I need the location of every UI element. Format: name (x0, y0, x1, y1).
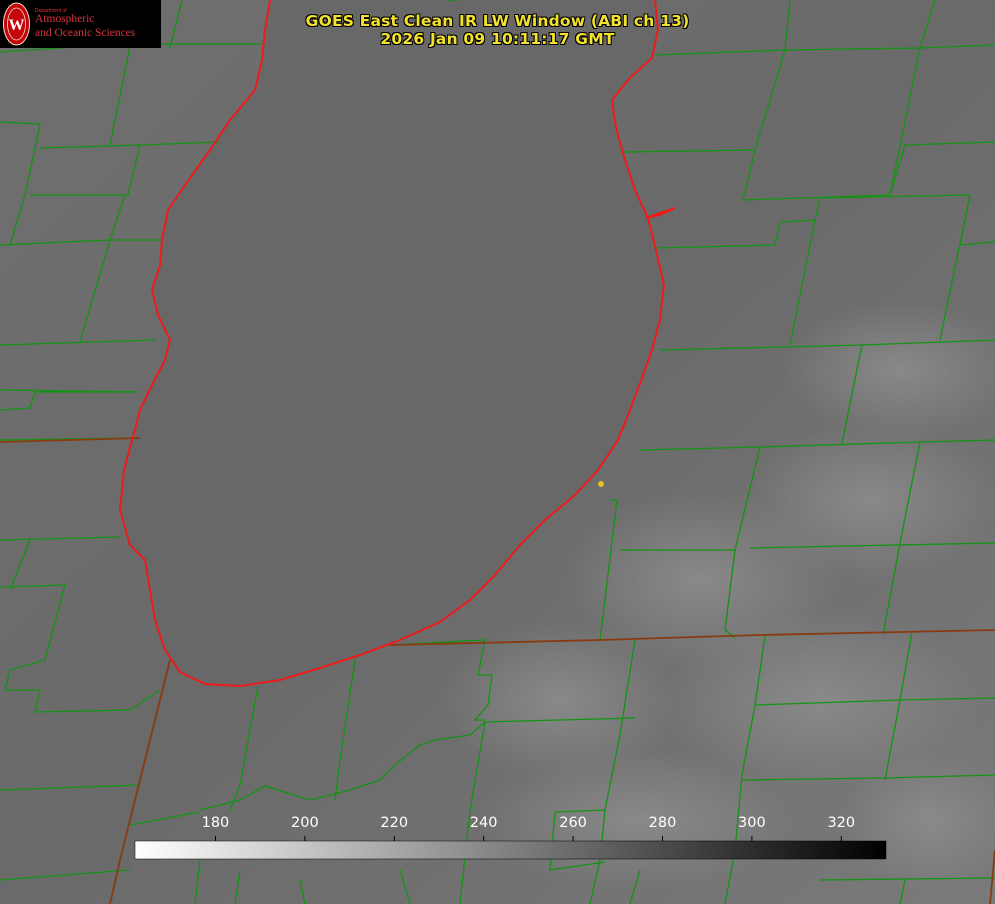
colorbar-tick-label: 240 (469, 815, 498, 831)
satellite-map (0, 0, 995, 904)
colorbar-tick-label: 200 (291, 815, 319, 831)
colorbar (134, 840, 887, 860)
colorbar-tick-label: 220 (380, 815, 409, 831)
title-line2: 2026 Jan 09 10:11:17 GMT (380, 30, 615, 48)
colorbar-tick-label: 280 (648, 815, 677, 831)
colorbar-tick-label: 180 (201, 815, 230, 831)
colorbar-tick-label: 320 (827, 815, 856, 831)
title-line1: GOES East Clean IR LW Window (ABI ch 13) (305, 12, 690, 30)
colorbar-tick-label: 300 (738, 815, 766, 831)
station-marker (598, 481, 604, 487)
colorbar-tick-label: 260 (559, 815, 587, 831)
